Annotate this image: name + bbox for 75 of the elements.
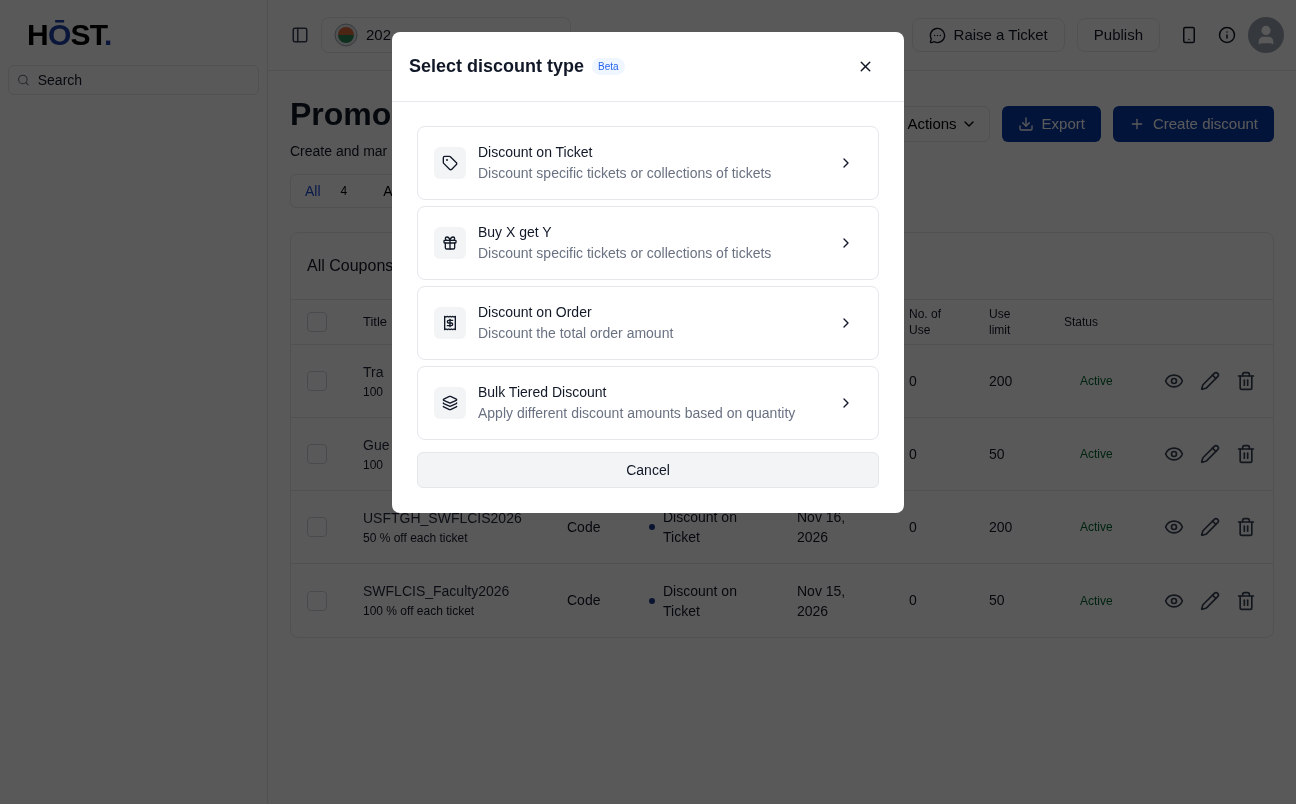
table-cell: Code [567,592,601,608]
delete-icon[interactable] [1236,590,1256,611]
view-icon[interactable] [1164,444,1184,464]
option-title: Bulk Tiered Discount [478,383,608,402]
page-subtitle: Create and mar [290,142,389,161]
delete-icon[interactable] [1236,371,1256,391]
edit-icon[interactable] [1200,444,1220,464]
option-description: Apply different discount amounts based on quantity [478,404,797,423]
chat-icon [928,26,946,44]
discount-option[interactable]: Discount on Order Discount the total order amount [417,286,879,360]
edit-icon[interactable] [1200,517,1220,537]
table-cell: Code [567,518,601,535]
delete-icon[interactable] [1236,517,1256,537]
table-title: All Coupons [307,256,394,276]
option-title: Discount on Order [478,303,593,322]
column-header: Title [363,314,388,330]
discount-option[interactable]: Buy X get Y Discount specific tickets or collections of tickets [417,206,879,280]
raise-ticket-button[interactable]: Raise a Ticket [911,18,1065,52]
option-title: Discount on Ticket [478,143,594,162]
table-cell-text: 200 [989,517,1013,537]
table-cell-text: Discount on Ticket [663,581,738,621]
discount-option[interactable]: Discount on Ticket Discount specific tickets or collections of tickets [417,126,879,200]
tag-icon [442,155,458,171]
search-input[interactable]: Search [37,70,250,90]
option-title: Buy X get Y [478,223,553,242]
receipt-icon [442,315,458,331]
layers-icon [442,395,458,411]
coupon-description: 50 % off each ticket [363,529,468,547]
coupon-description: 100 [363,383,384,401]
event-name: 202 [366,24,392,45]
cancel-button[interactable]: Cancel [417,452,879,488]
view-icon[interactable] [1164,371,1184,391]
option-description: Discount the total order amount [478,324,675,343]
coupon-description: 100 % off each ticket [363,603,475,620]
avatar[interactable] [1248,17,1284,53]
option-description: Discount specific tickets or collections of tickets [478,244,773,263]
table-cell-text: Discount on Ticket [663,508,738,547]
option-description: Discount specific tickets or collections of tickets [478,164,773,183]
coupon-title: Tra [363,362,384,382]
download-icon [1017,116,1034,132]
delete-icon[interactable] [1236,444,1256,464]
table-cell-text: 0 [909,517,917,537]
coupon-title: SWFLCIS_Faculty2026 [363,582,510,601]
coupon-description: 100 [363,456,384,474]
column-header: Use limit [989,306,1012,338]
table-cell-text: 0 [909,591,917,610]
publish-button[interactable]: Publish [1076,18,1160,52]
filter-tab[interactable]: A [371,177,405,205]
coupon-title: Gue [363,435,390,455]
table-cell-text: 0 [909,371,917,391]
coupon-title: USFTGH_SWFLCIS2026 [363,508,522,528]
table-cell-text: 0 [909,444,917,464]
page-title: Promo [290,95,392,133]
info-icon[interactable] [1218,26,1236,44]
column-header: No. of Use [909,306,942,338]
gift-icon [442,235,458,251]
table-cell-text: 200 [989,371,1013,391]
search-icon [17,73,30,87]
table-cell-text: 50 [989,444,1005,464]
table-cell-text: 50 [989,591,1005,610]
discount-option[interactable]: Bulk Tiered Discount Apply different discount amounts based on quantity [417,366,879,440]
search-field[interactable]: Search [8,65,259,95]
logo: HŌST. [27,20,113,50]
export-button[interactable]: Export [1001,106,1101,142]
beta-badge: Beta [592,58,625,75]
table-cell-text: Nov 15, 2026 [797,581,847,621]
edit-icon[interactable] [1200,371,1220,391]
edit-icon[interactable] [1200,590,1220,611]
phone-icon[interactable] [1180,26,1198,44]
dialog-title: Select discount type [409,55,585,78]
view-icon[interactable] [1164,517,1184,537]
sidebar-toggle-icon[interactable] [291,26,309,44]
column-header: Status [1064,314,1099,330]
event-logo-icon [334,23,358,47]
create-discount-button[interactable]: Create discount [1112,106,1274,142]
